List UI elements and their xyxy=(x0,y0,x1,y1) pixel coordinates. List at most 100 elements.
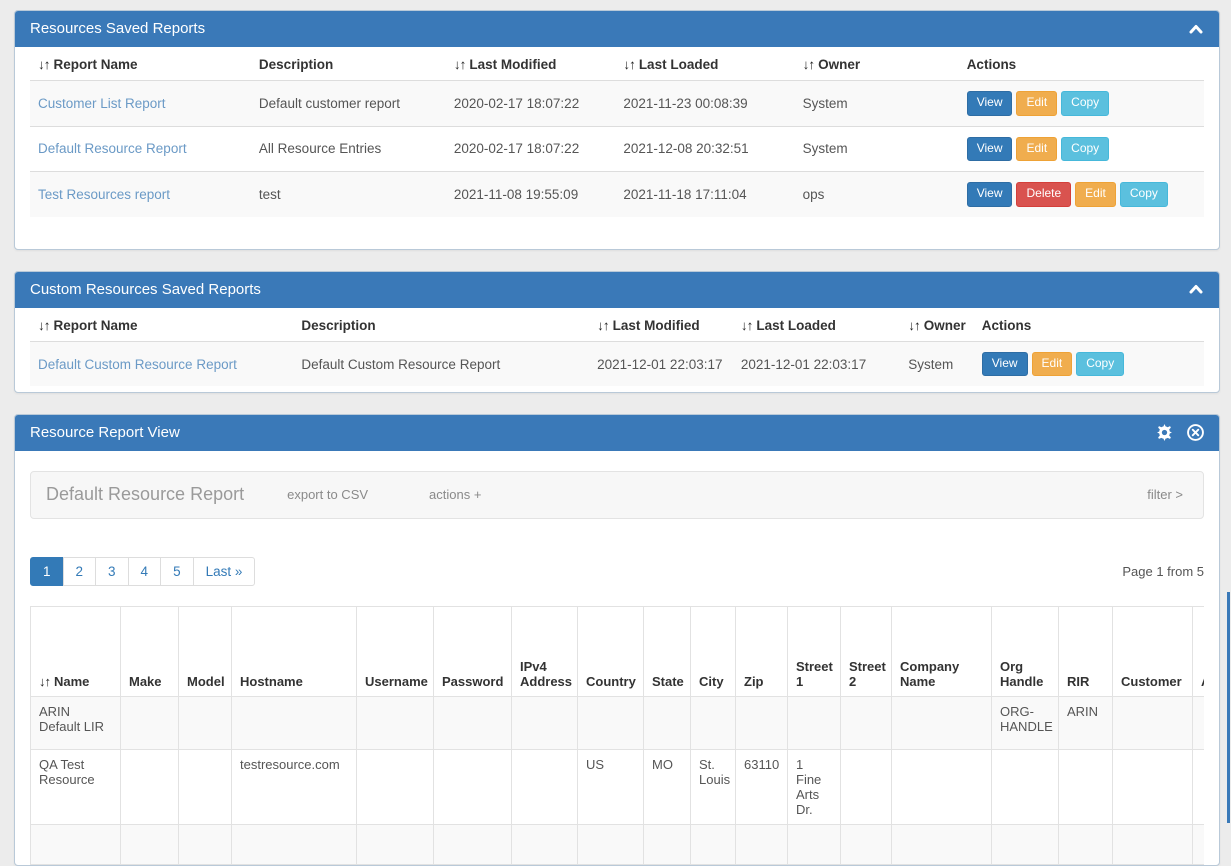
page-button-4[interactable]: 4 xyxy=(128,557,162,586)
chevron-up-icon[interactable] xyxy=(1188,23,1204,35)
column-label: Last Loaded xyxy=(639,57,719,72)
owner-cell: System xyxy=(900,341,974,386)
panel-body: ↓↑Report NameDescription↓↑Last Modified↓… xyxy=(15,47,1219,249)
column-header-last-loaded[interactable]: ↓↑ Last Loaded xyxy=(615,47,794,81)
close-circle-icon[interactable] xyxy=(1187,424,1204,441)
panel-resources-saved-reports: Resources Saved Reports ↓↑Report NameDes… xyxy=(14,10,1220,250)
column-header-owner[interactable]: ↓↑Owner xyxy=(795,47,959,81)
cell xyxy=(788,825,841,865)
cell xyxy=(736,697,788,750)
column-header-name[interactable]: ↓↑Name xyxy=(31,607,121,697)
actions-cell: ViewEditCopy xyxy=(959,81,1204,127)
cell xyxy=(512,750,578,825)
cell xyxy=(434,697,512,750)
right-edge-strip xyxy=(1227,592,1230,823)
column-header-zip: Zip xyxy=(736,607,788,697)
page-button-1[interactable]: 1 xyxy=(30,557,64,586)
page-button-5[interactable]: 5 xyxy=(160,557,194,586)
edit-button[interactable]: Edit xyxy=(1016,91,1057,116)
copy-button[interactable]: Copy xyxy=(1061,137,1109,162)
cell xyxy=(578,825,644,865)
column-label: Make xyxy=(129,674,162,689)
column-label: Description xyxy=(301,318,375,333)
chevron-up-icon[interactable] xyxy=(1188,283,1204,295)
column-label: Zip xyxy=(744,674,764,689)
column-header-rir: RIR xyxy=(1059,607,1113,697)
description-cell: All Resource Entries xyxy=(251,126,446,172)
edit-button[interactable]: Edit xyxy=(1016,137,1057,162)
page-button-last[interactable]: Last » xyxy=(193,557,256,586)
owner-cell: System xyxy=(795,81,959,127)
view-button[interactable]: View xyxy=(967,91,1013,116)
copy-button[interactable]: Copy xyxy=(1076,352,1124,377)
column-header-report-name[interactable]: ↓↑Report Name xyxy=(30,47,251,81)
page-button-2[interactable]: 2 xyxy=(63,557,97,586)
cell xyxy=(992,825,1059,865)
cell xyxy=(1059,750,1113,825)
column-header-street-1: Street 1 xyxy=(788,607,841,697)
column-header-city: City xyxy=(691,607,736,697)
cell xyxy=(357,750,434,825)
cell xyxy=(179,825,232,865)
sort-icon: ↓↑ xyxy=(908,318,920,333)
modified-cell: 2021-11-08 19:55:09 xyxy=(446,172,615,217)
view-button[interactable]: View xyxy=(967,182,1013,207)
cell xyxy=(232,697,357,750)
panel-heading: Resource Report View xyxy=(15,415,1219,451)
column-label: Hostname xyxy=(240,674,303,689)
report-table-wrap: ↓↑NameMakeModelHostnameUsernamePasswordI… xyxy=(30,606,1204,865)
copy-button[interactable]: Copy xyxy=(1061,91,1109,116)
report-name-link[interactable]: Customer List Report xyxy=(38,96,166,111)
column-header-last-modified[interactable]: ↓↑Last Modified xyxy=(446,47,615,81)
column-header-actions: Actions xyxy=(974,308,1204,342)
actions-cell: ViewEditCopy xyxy=(974,341,1204,386)
cell xyxy=(31,825,121,865)
cell xyxy=(1193,750,1205,825)
cell xyxy=(1113,825,1193,865)
copy-button[interactable]: Copy xyxy=(1120,182,1168,207)
cell xyxy=(691,697,736,750)
column-header-last-loaded[interactable]: ↓↑Last Loaded xyxy=(733,308,900,342)
sort-icon: ↓↑ xyxy=(623,57,635,72)
edit-button[interactable]: Edit xyxy=(1075,182,1116,207)
export-csv-link[interactable]: export to CSV xyxy=(287,487,368,502)
description-cell: Default Custom Resource Report xyxy=(293,341,589,386)
column-header-street-2: Street 2 xyxy=(841,607,892,697)
cell: QA Test Resource xyxy=(31,750,121,825)
panel-title: Resources Saved Reports xyxy=(30,20,205,37)
resource-report-table: ↓↑NameMakeModelHostnameUsernamePasswordI… xyxy=(30,606,1204,865)
custom-resources-saved-reports-table: ↓↑Report NameDescription↓↑Last Modified↓… xyxy=(30,308,1204,387)
filter-toggle-link[interactable]: filter > xyxy=(1147,487,1183,502)
loaded-cell: 2021-11-23 00:08:39 xyxy=(615,81,794,127)
column-header-owner[interactable]: ↓↑ Owner xyxy=(900,308,974,342)
view-button[interactable]: View xyxy=(967,137,1013,162)
owner-cell: ops xyxy=(795,172,959,217)
cell: MO xyxy=(644,750,691,825)
cell xyxy=(232,825,357,865)
delete-button[interactable]: Delete xyxy=(1016,182,1071,207)
cell xyxy=(1059,825,1113,865)
view-button[interactable]: View xyxy=(982,352,1028,377)
report-name-link[interactable]: Default Custom Resource Report xyxy=(38,357,237,372)
column-label: Actions xyxy=(967,57,1017,72)
column-header-model: Model xyxy=(179,607,232,697)
table-row: Default Resource Report All Resource Entr… xyxy=(30,126,1204,172)
report-name-link[interactable]: Test Resources report xyxy=(38,187,170,202)
table-row: Test Resources reporttest2021-11-08 19:5… xyxy=(30,172,1204,217)
gear-icon[interactable] xyxy=(1156,424,1173,441)
column-label: Owner xyxy=(924,318,966,333)
column-label: Password xyxy=(442,674,503,689)
edit-button[interactable]: Edit xyxy=(1032,352,1073,377)
page-button-3[interactable]: 3 xyxy=(95,557,129,586)
column-label: Company Name xyxy=(900,659,959,689)
report-name-link[interactable]: Default Resource Report xyxy=(38,141,187,156)
modified-cell: 2020-02-17 18:07:22 xyxy=(446,81,615,127)
cell xyxy=(1113,697,1193,750)
column-header-report-name[interactable]: ↓↑Report Name xyxy=(30,308,293,342)
header-row: ↓↑Report NameDescription↓↑Last Modified↓… xyxy=(30,47,1204,81)
cell xyxy=(512,697,578,750)
column-header-last-modified[interactable]: ↓↑Last Modified xyxy=(589,308,733,342)
cell xyxy=(841,697,892,750)
actions-menu-link[interactable]: actions + xyxy=(429,487,481,502)
cell xyxy=(892,697,992,750)
